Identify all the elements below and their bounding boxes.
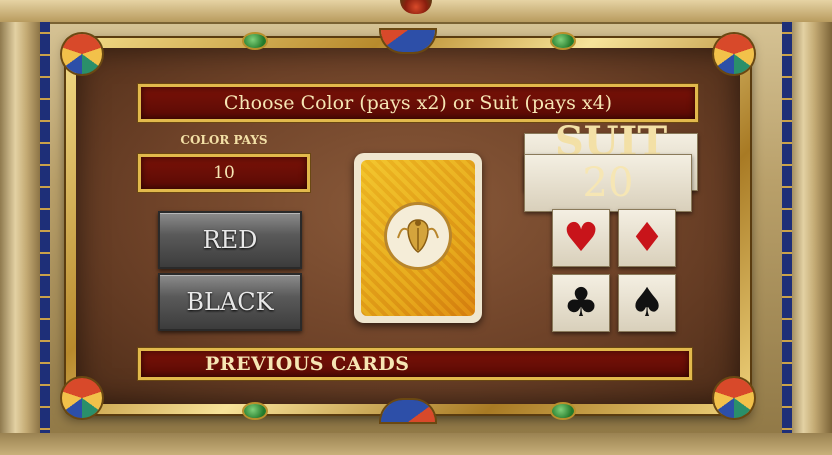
right-pillar [788,22,832,455]
black-button[interactable]: BLACK [158,273,302,331]
color-pays-label: COLOR PAYS [180,133,268,147]
color-pays-value: 10 [138,154,310,192]
beetle-ornament [244,404,266,418]
suit-pays-value: 20 [524,154,692,212]
spade-suit-button[interactable]: ♠ [618,274,676,332]
heart-suit-button[interactable]: ♥ [552,209,610,267]
corner-ornament-bottom-right [714,378,754,418]
scarab-icon [387,205,449,267]
gamble-dialog-panel: Choose Color (pays x2) or Suit (pays x4)… [76,48,740,404]
temple-floor [0,433,832,455]
club-suit-button[interactable]: ♣ [552,274,610,332]
temple-top-border [0,0,832,24]
face-down-card [354,153,482,323]
previous-cards-bar: PREVIOUS CARDS [138,348,692,380]
beetle-ornament [552,34,574,48]
right-decor-strip [782,22,792,455]
card-back-pattern [361,160,475,316]
gamble-dialog-frame: Choose Color (pays x2) or Suit (pays x4)… [62,30,754,422]
diamond-suit-button[interactable]: ♦ [618,209,676,267]
red-button[interactable]: RED [158,211,302,269]
left-pillar [0,22,44,455]
beetle-ornament [552,404,574,418]
corner-ornament-top-left [62,34,102,74]
corner-ornament-bottom-left [62,378,102,418]
beetle-ornament [244,34,266,48]
corner-ornament-top-right [714,34,754,74]
dialog-title: Choose Color (pays x2) or Suit (pays x4) [138,84,698,122]
red-gem-ornament [400,0,432,14]
left-decor-strip [40,22,50,455]
